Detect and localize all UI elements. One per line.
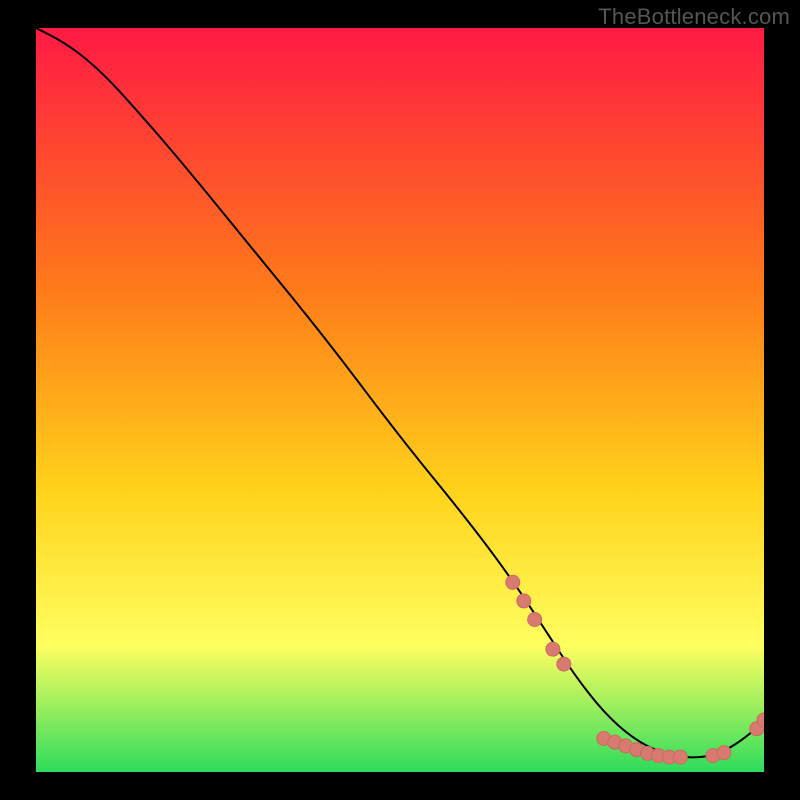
chart-svg [36,28,764,772]
plot-area [36,28,764,772]
chart-frame: TheBottleneck.com [0,0,800,800]
data-marker [557,657,571,671]
data-marker [506,575,520,589]
watermark-text: TheBottleneck.com [598,4,790,30]
data-marker [528,613,542,627]
data-marker [717,746,731,760]
data-marker [673,750,687,764]
data-marker [517,594,531,608]
data-marker [546,642,560,656]
gradient-background [36,28,764,772]
